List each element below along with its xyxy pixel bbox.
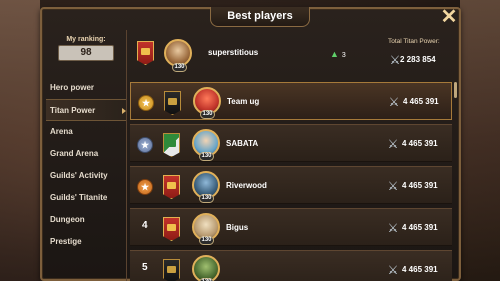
category-menu: Hero power Titan Power Arena Grand Arena… xyxy=(46,77,126,253)
guild-banner-icon xyxy=(137,41,154,65)
player-row[interactable]: ★ 130 SABATA ⚔ 4 465 391 xyxy=(130,124,452,162)
player-row[interactable]: 5 130 ⚔ 4 465 391 xyxy=(130,250,452,281)
menu-item-titan-power[interactable]: Titan Power xyxy=(46,99,126,121)
menu-item-guilds-titanite[interactable]: Guilds' Titanite xyxy=(46,187,126,209)
arrow-up-icon: ▲ xyxy=(330,49,339,59)
total-titan-power-label: Total Titan Power: xyxy=(388,38,440,45)
menu-item-arena[interactable]: Arena xyxy=(46,121,126,143)
my-ranking: My ranking: 98 xyxy=(58,36,114,64)
player-name: Team ug xyxy=(227,97,260,106)
player-row[interactable]: 4 130 Bigus ⚔ 4 465 391 xyxy=(130,208,452,246)
my-player-row[interactable]: 130 superstitious ▲ 3 Total Titan Power: … xyxy=(130,35,452,75)
bronze-medal-icon: ★ xyxy=(137,179,153,195)
guild-banner-icon xyxy=(163,259,180,281)
guild-banner-icon xyxy=(164,91,181,115)
menu-item-dungeon[interactable]: Dungeon xyxy=(46,209,126,231)
level-badge: 130 xyxy=(199,152,214,161)
crossed-swords-icon: ⚔ xyxy=(387,263,399,277)
rank-number: 4 xyxy=(142,220,148,231)
player-power: 4 465 391 xyxy=(402,223,438,232)
menu-item-guilds-activity[interactable]: Guilds' Activity xyxy=(46,165,126,187)
player-name: Riverwood xyxy=(226,181,267,190)
crossed-swords-icon: ⚔ xyxy=(388,95,400,109)
panel-title: Best players xyxy=(210,7,310,27)
level-badge: 130 xyxy=(172,63,187,72)
guild-banner-icon xyxy=(163,175,180,199)
column-divider xyxy=(126,30,127,281)
list-scrollbar[interactable] xyxy=(454,82,457,98)
guild-banner-icon xyxy=(163,217,180,241)
crossed-swords-icon: ⚔ xyxy=(387,179,399,193)
close-icon[interactable]: ✕ xyxy=(440,7,458,27)
menu-item-prestige[interactable]: Prestige xyxy=(46,231,126,253)
my-ranking-label: My ranking: xyxy=(66,36,106,43)
level-badge: 130 xyxy=(199,236,214,245)
player-name: Bigus xyxy=(226,223,249,232)
level-badge: 130 xyxy=(200,110,215,119)
level-badge: 130 xyxy=(199,194,214,203)
background-left xyxy=(0,0,40,281)
crossed-swords-icon: ⚔ xyxy=(387,221,399,235)
my-player-name: superstitious xyxy=(208,48,259,57)
player-row[interactable]: ★ 130 Riverwood ⚔ 4 465 391 xyxy=(130,166,452,204)
gold-medal-icon: ★ xyxy=(138,95,154,111)
rank-number: 5 xyxy=(142,262,148,273)
crossed-swords-icon: ⚔ xyxy=(387,137,399,151)
players-list[interactable]: ★ 130 Team ug ⚔ 4 465 391 ★ 130 SABATA ⚔… xyxy=(130,82,452,281)
my-ranking-value: 98 xyxy=(58,45,114,61)
player-power: 4 465 391 xyxy=(402,181,438,190)
player-row[interactable]: ★ 130 Team ug ⚔ 4 465 391 xyxy=(130,82,452,120)
player-power: 4 465 391 xyxy=(402,139,438,148)
menu-item-grand-arena[interactable]: Grand Arena xyxy=(46,143,126,165)
rank-trend: ▲ 3 xyxy=(330,49,346,59)
total-titan-power-value: 2 283 854 xyxy=(400,55,436,64)
silver-medal-icon: ★ xyxy=(137,137,153,153)
player-name: SABATA xyxy=(226,139,259,148)
menu-item-hero-power[interactable]: Hero power xyxy=(46,77,126,99)
player-power: 4 465 391 xyxy=(403,97,439,106)
guild-banner-icon xyxy=(163,133,180,157)
background-right xyxy=(460,0,500,281)
player-power: 4 465 391 xyxy=(402,265,438,274)
rank-trend-value: 3 xyxy=(341,52,346,59)
